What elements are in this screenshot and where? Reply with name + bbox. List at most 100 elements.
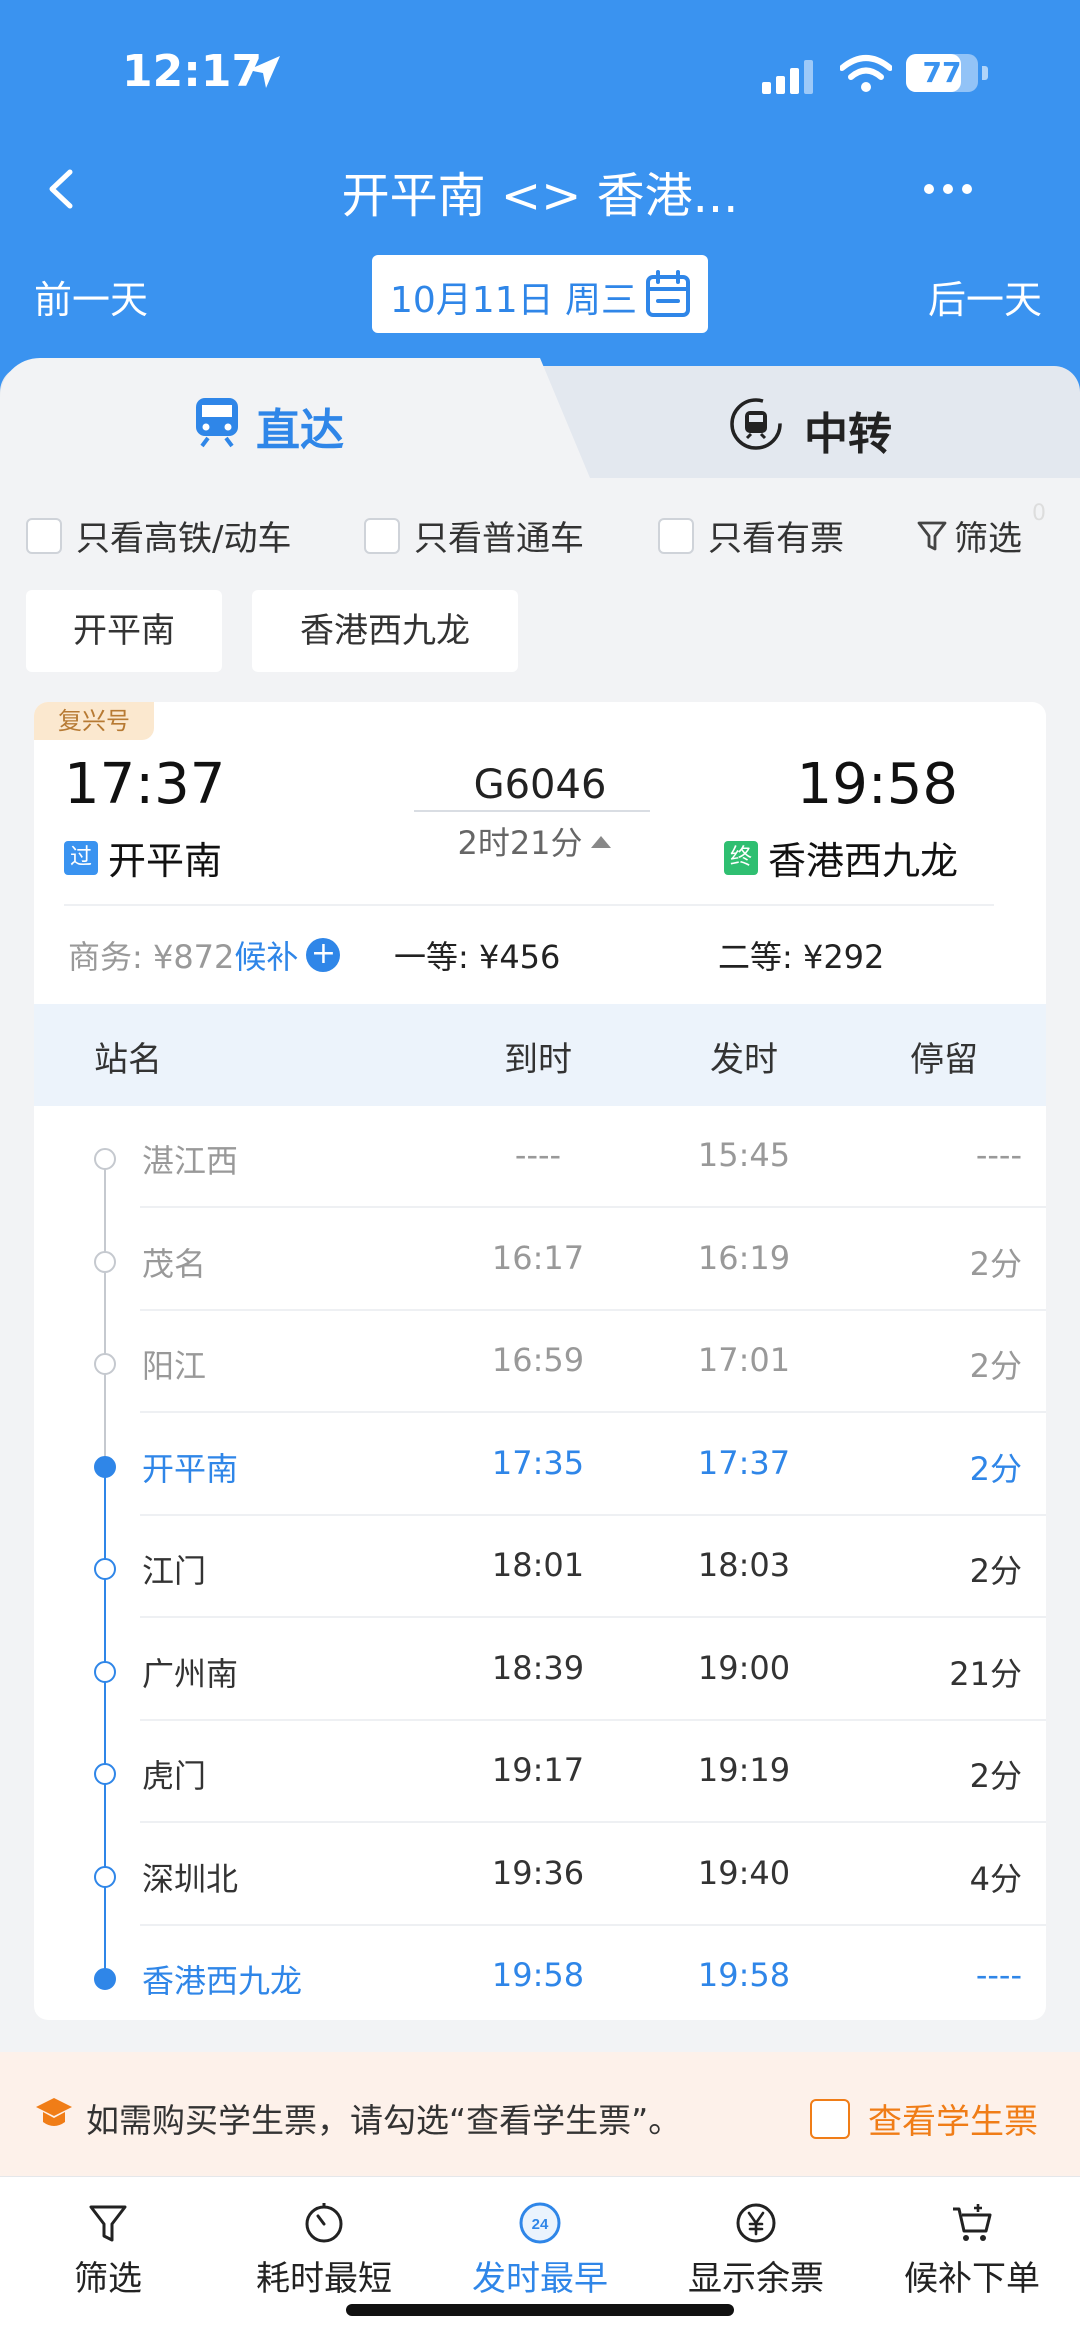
normal-only-checkbox[interactable]: 只看普通车 xyxy=(364,511,584,560)
stop-depart: 17:37 xyxy=(697,1443,791,1482)
sort-shortest-label: 耗时最短 xyxy=(256,2259,392,2299)
stop-depart: 19:00 xyxy=(697,1648,791,1687)
route-tabs: 中转 直达 xyxy=(0,358,1080,478)
stop-duration: 2分 xyxy=(969,1552,1022,1590)
location-arrow-icon xyxy=(248,56,280,88)
back-chevron-icon[interactable] xyxy=(38,164,88,214)
student-notice-text: 如需购买学生票，请勾选“查看学生票”。 xyxy=(86,2101,682,2140)
student-ticket-notice: 如需购买学生票，请勾选“查看学生票”。 查看学生票 xyxy=(0,2052,1080,2176)
graduation-cap-icon xyxy=(36,2098,72,2126)
stop-arrive: 18:39 xyxy=(491,1648,585,1687)
clock-24-icon: 24 xyxy=(519,2202,561,2244)
clock-24-label: 24 xyxy=(532,2216,549,2233)
stop-duration: 2分 xyxy=(969,1347,1022,1385)
filter-funnel-icon xyxy=(917,521,947,550)
waitlist-link[interactable]: 候补 xyxy=(234,932,298,978)
second-class-price[interactable]: 二等: ¥292 xyxy=(718,932,884,978)
departure-time: 17:37 xyxy=(64,752,226,817)
selected-date: 10月11日 周三 xyxy=(390,280,638,321)
normal-only-label: 只看普通车 xyxy=(414,519,584,559)
table-row: 虎门 19:17 19:19 2分 xyxy=(34,1721,1046,1823)
waitlist-order-label: 候补下单 xyxy=(904,2259,1040,2299)
stop-station: 湛江西 xyxy=(142,1142,239,1180)
sort-earliest-button[interactable]: 24 发时最早 xyxy=(440,2201,640,2300)
transfer-train-icon xyxy=(730,398,782,450)
stop-station: 虎门 xyxy=(142,1757,207,1795)
stop-dot xyxy=(94,1763,116,1785)
stop-depart: 15:45 xyxy=(697,1136,791,1174)
stop-dot xyxy=(94,1148,116,1170)
checkbox-box xyxy=(658,517,694,554)
filter-button[interactable]: 筛选 xyxy=(916,511,1022,560)
header-stop: 停留 xyxy=(910,1040,978,1080)
tab-direct[interactable]: 直达 xyxy=(0,358,590,478)
to-station: 终 香港西九龙 xyxy=(723,830,958,885)
stop-duration: 2分 xyxy=(969,1244,1022,1283)
stop-depart: 16:19 xyxy=(697,1238,791,1277)
header-station: 站名 xyxy=(94,1040,162,1080)
table-row: 茂名 16:17 16:19 2分 xyxy=(34,1209,1046,1311)
next-day-button[interactable]: 后一天 xyxy=(928,269,1042,324)
stop-dot xyxy=(94,1353,116,1375)
stop-duration: ---- xyxy=(975,1136,1022,1174)
date-picker-button[interactable]: 10月11日 周三 xyxy=(372,255,708,333)
to-station-name: 香港西九龙 xyxy=(767,839,958,883)
stop-duration: 2分 xyxy=(969,1449,1022,1488)
first-class-price[interactable]: 一等: ¥456 xyxy=(394,932,560,978)
more-options-icon[interactable] xyxy=(918,174,978,204)
train-number: G6046 xyxy=(473,762,607,808)
high-speed-only-checkbox[interactable]: 只看高铁/动车 xyxy=(26,511,291,560)
status-bar: 12:17 77 xyxy=(0,40,1080,110)
available-only-checkbox[interactable]: 只看有票 xyxy=(658,511,844,560)
bottom-filter-button[interactable]: 筛选 xyxy=(8,2201,208,2300)
prev-day-button[interactable]: 前一天 xyxy=(34,269,148,324)
stop-duration: 4分 xyxy=(969,1859,1022,1898)
table-row: 香港西九龙 19:58 19:58 ---- xyxy=(34,1926,1046,2020)
arrival-time: 19:58 xyxy=(796,752,958,817)
stop-depart: 19:19 xyxy=(697,1751,791,1789)
stop-station: 香港西九龙 xyxy=(142,1962,303,2000)
stop-dot xyxy=(94,1558,116,1580)
status-time: 12:17 xyxy=(122,46,263,97)
battery-icon: 77 xyxy=(906,54,978,92)
stop-station: 茂名 xyxy=(142,1244,207,1283)
from-station-button[interactable]: 开平南 xyxy=(26,590,222,672)
waitlist-order-button[interactable]: 候补下单 xyxy=(872,2201,1072,2300)
to-station-button[interactable]: 香港西九龙 xyxy=(252,590,518,672)
stopwatch-icon xyxy=(305,2203,343,2243)
stop-station: 深圳北 xyxy=(142,1859,239,1898)
high-speed-only-label: 只看高铁/动车 xyxy=(76,519,292,559)
nav-bar: 开平南 <> 香港... xyxy=(0,150,1080,230)
stop-arrive: 19:17 xyxy=(491,1751,585,1789)
stop-dot xyxy=(94,1660,116,1683)
table-row: 开平南 17:35 17:37 2分 xyxy=(34,1414,1046,1516)
table-row: 广州南 18:39 19:00 21分 xyxy=(34,1619,1046,1721)
stop-arrive: 19:58 xyxy=(491,1956,585,1994)
header-depart: 发时 xyxy=(710,1040,778,1080)
stop-station: 阳江 xyxy=(142,1347,207,1385)
table-row: 阳江 16:59 17:01 2分 xyxy=(34,1311,1046,1413)
sort-shortest-button[interactable]: 耗时最短 xyxy=(224,2201,424,2300)
table-row: 江门 18:01 18:03 2分 xyxy=(34,1516,1046,1618)
stop-dot xyxy=(94,1968,116,1990)
stop-arrive: 16:59 xyxy=(491,1341,585,1379)
show-student-ticket-checkbox[interactable]: 查看学生票 xyxy=(810,2094,1038,2143)
train-icon xyxy=(196,398,238,448)
from-station: 过 开平南 xyxy=(64,830,222,885)
stop-arrive: 16:17 xyxy=(491,1238,585,1277)
train-card[interactable]: 复兴号 17:37 G6046 2时21分 19:58 过 开平南 终 香港西九… xyxy=(34,702,1046,2020)
table-row: 湛江西 ---- 15:45 ---- xyxy=(34,1106,1046,1208)
business-price-text: 商务: ¥872 xyxy=(68,938,235,976)
add-waitlist-icon[interactable]: + xyxy=(306,938,341,972)
show-remaining-button[interactable]: 显示余票 xyxy=(656,2201,856,2300)
train-type-badge: 复兴号 xyxy=(34,702,154,740)
page-title: 开平南 <> 香港... xyxy=(341,168,739,224)
stop-duration: 21分 xyxy=(949,1654,1022,1693)
stop-station: 开平南 xyxy=(142,1449,239,1488)
stop-duration: 2分 xyxy=(969,1757,1022,1795)
business-price[interactable]: 商务: ¥872 候补 + xyxy=(68,932,341,978)
duration-toggle[interactable]: 2时21分 xyxy=(434,818,634,864)
tab-direct-label: 直达 xyxy=(256,405,344,456)
collapse-triangle-icon xyxy=(590,836,611,848)
bottom-filter-label: 筛选 xyxy=(74,2259,142,2299)
